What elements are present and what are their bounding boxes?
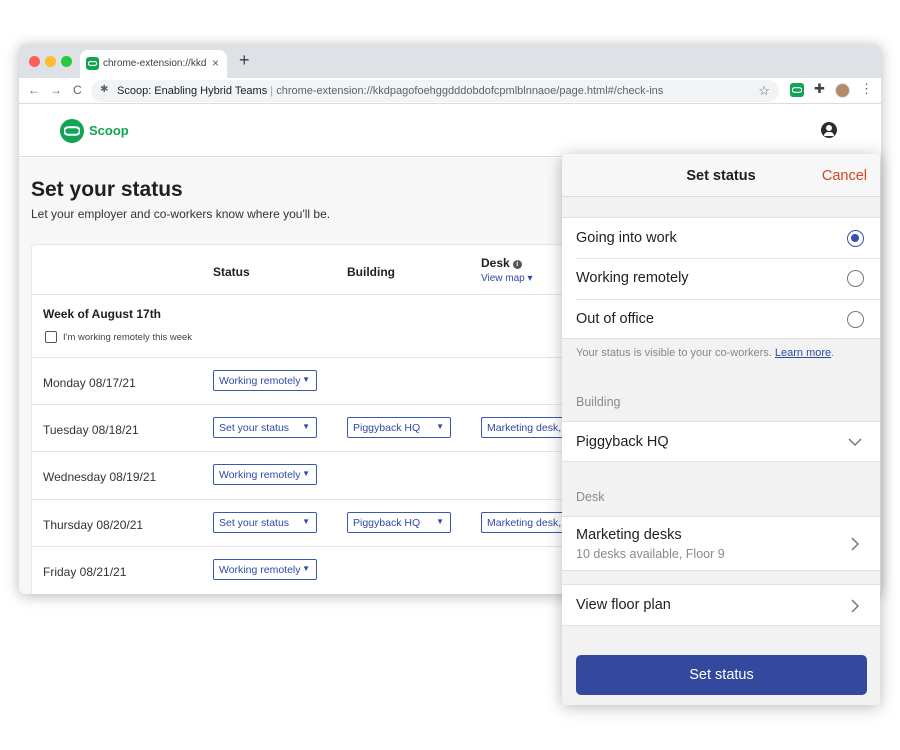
day-label: Tuesday 08/18/21 <box>43 423 139 437</box>
visibility-note-period: . <box>831 347 835 359</box>
status-dropdown-value: Working remotely <box>219 469 301 481</box>
desk-section-label: Desk <box>576 490 605 504</box>
page-subtitle: Let your employer and co-workers know wh… <box>31 207 331 221</box>
building-section-label: Building <box>576 395 621 409</box>
close-tab-icon[interactable]: × <box>212 56 219 70</box>
desk-detail: 10 desks available, Floor 9 <box>576 547 725 561</box>
status-dropdown[interactable]: Set your status ▼ <box>213 512 317 533</box>
set-status-panel: Set status Cancel Going into work Workin… <box>562 154 880 705</box>
browser-toolbar: ← → C ✱ Scoop: Enabling Hybrid Teams | c… <box>19 78 881 104</box>
desk-dropdown-value: Marketing desk, <box>487 422 562 434</box>
close-window-button[interactable] <box>29 56 40 67</box>
desk-header-label: Desk <box>481 256 510 270</box>
browser-tab[interactable]: chrome-extension://kkdp × <box>80 50 227 78</box>
scoop-favicon-icon <box>86 57 99 70</box>
dropdown-arrow-icon: ▼ <box>302 469 310 478</box>
status-options: Going into work Working remotely Out of … <box>562 217 880 339</box>
desk-select[interactable]: Marketing desks 10 desks available, Floo… <box>562 516 880 571</box>
day-label: Monday 08/17/21 <box>43 376 136 390</box>
remote-week-checkbox[interactable] <box>45 331 57 343</box>
extensions-puzzle-icon[interactable]: ✚ <box>814 81 825 97</box>
account-icon[interactable] <box>821 122 837 138</box>
building-dropdown-value: Piggyback HQ <box>353 517 421 529</box>
chevron-down-icon <box>848 438 862 447</box>
remote-week-label: I'm working remotely this week <box>63 332 193 343</box>
column-header-building: Building <box>347 265 395 279</box>
visibility-note: Your status is visible to your co-worker… <box>576 347 834 359</box>
status-dropdown-value: Set your status <box>219 422 290 434</box>
building-dropdown[interactable]: Piggyback HQ ▼ <box>347 417 451 438</box>
divider <box>576 299 880 300</box>
week-title: Week of August 17th <box>43 307 162 321</box>
bookmark-star-icon[interactable]: ☆ <box>758 83 770 99</box>
divider <box>576 258 880 259</box>
view-map-label: View map <box>481 273 525 284</box>
address-separator: | <box>270 85 274 97</box>
desk-dropdown[interactable]: Marketing desk, <box>481 512 571 533</box>
day-label: Friday 08/21/21 <box>43 565 127 579</box>
radio-selected[interactable] <box>847 230 864 247</box>
address-bar[interactable]: ✱ Scoop: Enabling Hybrid Teams | chrome-… <box>91 80 779 102</box>
status-dropdown-value: Working remotely <box>219 375 301 387</box>
building-select[interactable]: Piggyback HQ <box>562 421 880 462</box>
reload-icon[interactable]: C <box>73 83 82 97</box>
option-label: Working remotely <box>576 270 689 286</box>
learn-more-link[interactable]: Learn more <box>775 347 831 359</box>
status-dropdown-value: Set your status <box>219 517 290 529</box>
building-dropdown-value: Piggyback HQ <box>353 422 421 434</box>
day-label: Thursday 08/20/21 <box>43 518 144 532</box>
column-header-desk: Desk i <box>481 256 522 270</box>
status-dropdown[interactable]: Working remotely ▼ <box>213 370 317 391</box>
address-text: Scoop: Enabling Hybrid Teams | chrome-ex… <box>117 85 663 97</box>
page-title: Set your status <box>31 178 183 201</box>
dropdown-arrow-icon: ▼ <box>436 422 444 431</box>
visibility-note-text: Your status is visible to your co-worker… <box>576 347 772 359</box>
new-tab-icon[interactable]: + <box>239 50 250 71</box>
desk-dropdown[interactable]: Marketing desk, <box>481 417 571 438</box>
back-icon[interactable]: ← <box>28 83 40 97</box>
building-dropdown[interactable]: Piggyback HQ ▼ <box>347 512 451 533</box>
option-label: Out of office <box>576 311 654 327</box>
dropdown-arrow-icon: ▼ <box>302 517 310 526</box>
address-page-title: Scoop: Enabling Hybrid Teams <box>117 85 268 97</box>
status-dropdown[interactable]: Set your status ▼ <box>213 417 317 438</box>
brand-name[interactable]: Scoop <box>89 123 129 138</box>
view-floor-plan-label: View floor plan <box>576 597 671 613</box>
radio-unselected[interactable] <box>847 270 864 287</box>
chevron-right-icon <box>851 537 860 551</box>
minimize-window-button[interactable] <box>45 56 56 67</box>
desk-dropdown-value: Marketing desk, <box>487 517 562 529</box>
profile-avatar[interactable] <box>835 83 850 98</box>
dropdown-arrow-icon: ▼ <box>302 422 310 431</box>
day-label: Wednesday 08/19/21 <box>43 470 157 484</box>
status-dropdown-value: Working remotely <box>219 564 301 576</box>
extension-site-icon: ✱ <box>100 84 109 95</box>
set-status-button[interactable]: Set status <box>576 655 867 695</box>
address-url: chrome-extension://kkdpagofoehggdddobdof… <box>276 85 664 97</box>
column-header-status: Status <box>213 265 250 279</box>
tab-bar: chrome-extension://kkdp × + <box>19 44 881 78</box>
dropdown-arrow-icon: ▼ <box>302 375 310 384</box>
cancel-button[interactable]: Cancel <box>822 168 867 184</box>
view-map-link[interactable]: View map ▾ <box>481 273 533 284</box>
chevron-right-icon <box>851 599 860 613</box>
status-dropdown[interactable]: Working remotely ▼ <box>213 464 317 485</box>
maximize-window-button[interactable] <box>61 56 72 67</box>
more-menu-icon[interactable]: ⋮ <box>860 81 873 97</box>
status-dropdown[interactable]: Working remotely ▼ <box>213 559 317 580</box>
scoop-logo-icon[interactable] <box>60 119 84 143</box>
radio-unselected[interactable] <box>847 311 864 328</box>
forward-icon[interactable]: → <box>50 83 62 97</box>
tab-title: chrome-extension://kkdp <box>103 58 207 69</box>
building-value: Piggyback HQ <box>576 434 669 450</box>
scoop-extension-icon[interactable] <box>790 83 804 97</box>
panel-header: Set status Cancel <box>562 154 880 197</box>
desk-value: Marketing desks <box>576 527 682 543</box>
view-floor-plan-row[interactable]: View floor plan <box>562 584 880 626</box>
dropdown-arrow-icon: ▼ <box>436 517 444 526</box>
dropdown-arrow-icon: ▼ <box>302 564 310 573</box>
info-icon[interactable]: i <box>512 260 522 269</box>
option-label: Going into work <box>576 230 677 246</box>
app-header: Scoop <box>19 104 881 157</box>
